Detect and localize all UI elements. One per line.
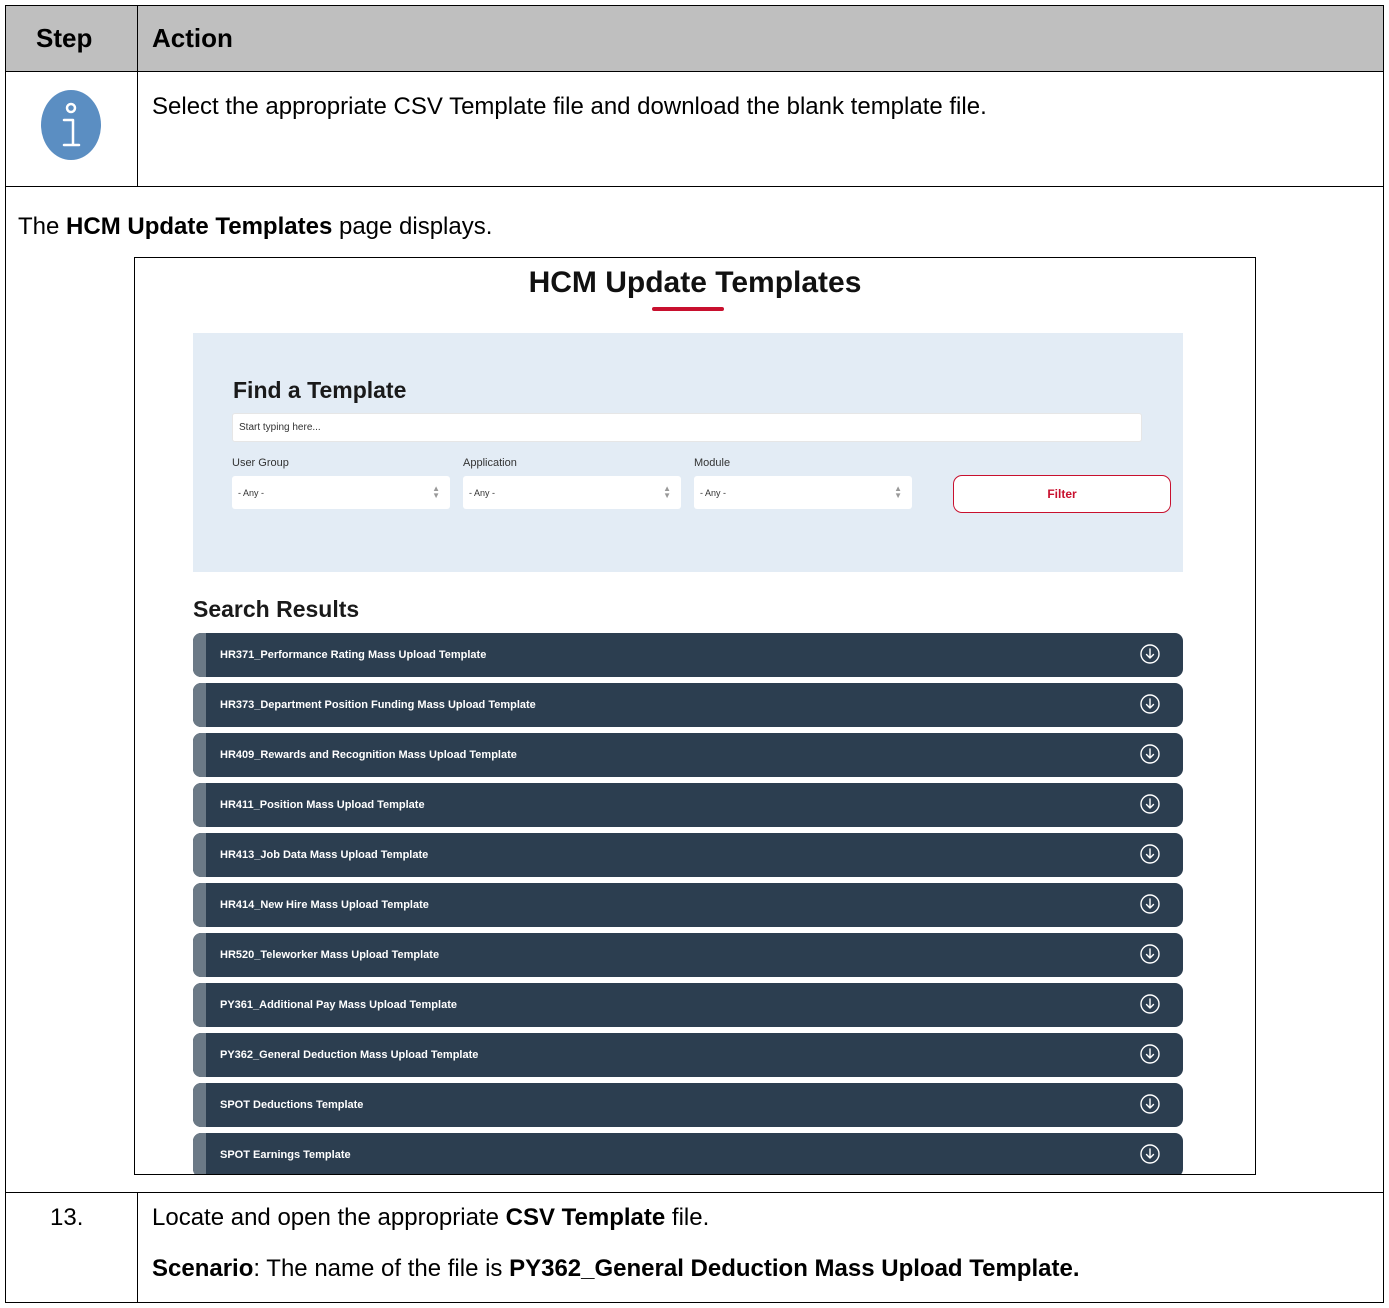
row-accent-stripe: [193, 633, 206, 677]
result-row[interactable]: HR413_Job Data Mass Upload Template: [193, 833, 1183, 877]
info-icon: [41, 90, 101, 160]
download-circle-icon[interactable]: [1140, 1094, 1160, 1114]
download-circle-icon[interactable]: [1140, 744, 1160, 764]
result-label: PY362_General Deduction Mass Upload Temp…: [220, 1049, 479, 1061]
header-step: Step: [36, 23, 93, 53]
find-template-title: Find a Template: [233, 377, 407, 403]
download-circle-icon[interactable]: [1140, 644, 1160, 664]
download-circle-icon[interactable]: [1140, 694, 1160, 714]
download-circle-icon[interactable]: [1140, 844, 1160, 864]
row-divider: [5, 1192, 1384, 1193]
result-row[interactable]: HR371_Performance Rating Mass Upload Tem…: [193, 633, 1183, 677]
filter-button[interactable]: Filter: [953, 475, 1171, 513]
row-accent-stripe: [193, 783, 206, 827]
result-row[interactable]: HR414_New Hire Mass Upload Template: [193, 883, 1183, 927]
application-label: Application: [463, 457, 517, 469]
find-template-panel: Find a Template User Group - Any -▲▼ App…: [193, 333, 1183, 572]
row-accent-stripe: [193, 683, 206, 727]
result-label: HR371_Performance Rating Mass Upload Tem…: [220, 649, 487, 661]
column-divider: [137, 1192, 138, 1303]
application-select[interactable]: - Any - ▲ ▼: [463, 476, 681, 509]
result-label: HR414_New Hire Mass Upload Template: [220, 899, 429, 911]
page-title: HCM Update Templates: [528, 266, 862, 299]
note-text: Select the appropriate CSV Template file…: [152, 93, 987, 120]
scenario-text: Scenario: The name of the file is PY362_…: [152, 1255, 1080, 1282]
download-circle-icon[interactable]: [1140, 794, 1160, 814]
result-label: HR411_Position Mass Upload Template: [220, 799, 425, 811]
row-accent-stripe: [193, 1133, 206, 1174]
module-select[interactable]: - Any - ▲ ▼: [694, 476, 912, 509]
row-accent-stripe: [193, 933, 206, 977]
row-accent-stripe: [193, 833, 206, 877]
row-accent-stripe: [193, 983, 206, 1027]
download-circle-icon[interactable]: [1140, 1044, 1160, 1064]
result-row[interactable]: PY362_General Deduction Mass Upload Temp…: [193, 1033, 1183, 1077]
title-underline: [652, 307, 724, 311]
result-row[interactable]: SPOT Deductions Template: [193, 1083, 1183, 1127]
sort-arrows-icon: ▲ ▼: [432, 484, 440, 500]
sort-arrows-icon: ▲ ▼: [663, 484, 671, 500]
row-accent-stripe: [193, 733, 206, 777]
step-13-instruction: Locate and open the appropriate CSV Temp…: [152, 1204, 710, 1231]
row-divider: [5, 71, 1384, 72]
download-circle-icon[interactable]: [1140, 894, 1160, 914]
download-circle-icon[interactable]: [1140, 1144, 1160, 1164]
search-input[interactable]: [232, 413, 1142, 442]
result-row[interactable]: HR409_Rewards and Recognition Mass Uploa…: [193, 733, 1183, 777]
header-action: Action: [152, 23, 233, 53]
row-accent-stripe: [193, 883, 206, 927]
result-row[interactable]: HR411_Position Mass Upload Template: [193, 783, 1183, 827]
download-circle-icon[interactable]: [1140, 994, 1160, 1014]
result-label: HR520_Teleworker Mass Upload Template: [220, 949, 440, 961]
result-label: SPOT Deductions Template: [220, 1099, 364, 1111]
user-group-label: User Group: [232, 457, 289, 469]
row-accent-stripe: [193, 1033, 206, 1077]
result-label: HR413_Job Data Mass Upload Template: [220, 849, 429, 861]
page-displays-text: The HCM Update Templates page displays.: [18, 213, 493, 240]
templates-page-screenshot: HCM Update Templates Find a Template Use…: [134, 257, 1256, 1175]
result-label: HR409_Rewards and Recognition Mass Uploa…: [220, 749, 517, 761]
search-results-title: Search Results: [193, 596, 360, 622]
result-label: HR373_Department Position Funding Mass U…: [220, 699, 536, 711]
row-divider: [5, 186, 1384, 187]
result-label: PY361_Additional Pay Mass Upload Templat…: [220, 999, 457, 1011]
sort-arrows-icon: ▲ ▼: [894, 484, 902, 500]
row-accent-stripe: [193, 1083, 206, 1127]
step-number: 13.: [50, 1204, 84, 1231]
result-row[interactable]: HR520_Teleworker Mass Upload Template: [193, 933, 1183, 977]
user-group-select[interactable]: - Any - ▲ ▼: [232, 476, 450, 509]
module-label: Module: [694, 457, 731, 469]
column-divider: [137, 5, 138, 187]
download-circle-icon[interactable]: [1140, 944, 1160, 964]
result-row[interactable]: SPOT Earnings Template: [193, 1133, 1183, 1174]
result-row[interactable]: PY361_Additional Pay Mass Upload Templat…: [193, 983, 1183, 1027]
result-row[interactable]: HR373_Department Position Funding Mass U…: [193, 683, 1183, 727]
result-label: SPOT Earnings Template: [220, 1149, 351, 1161]
